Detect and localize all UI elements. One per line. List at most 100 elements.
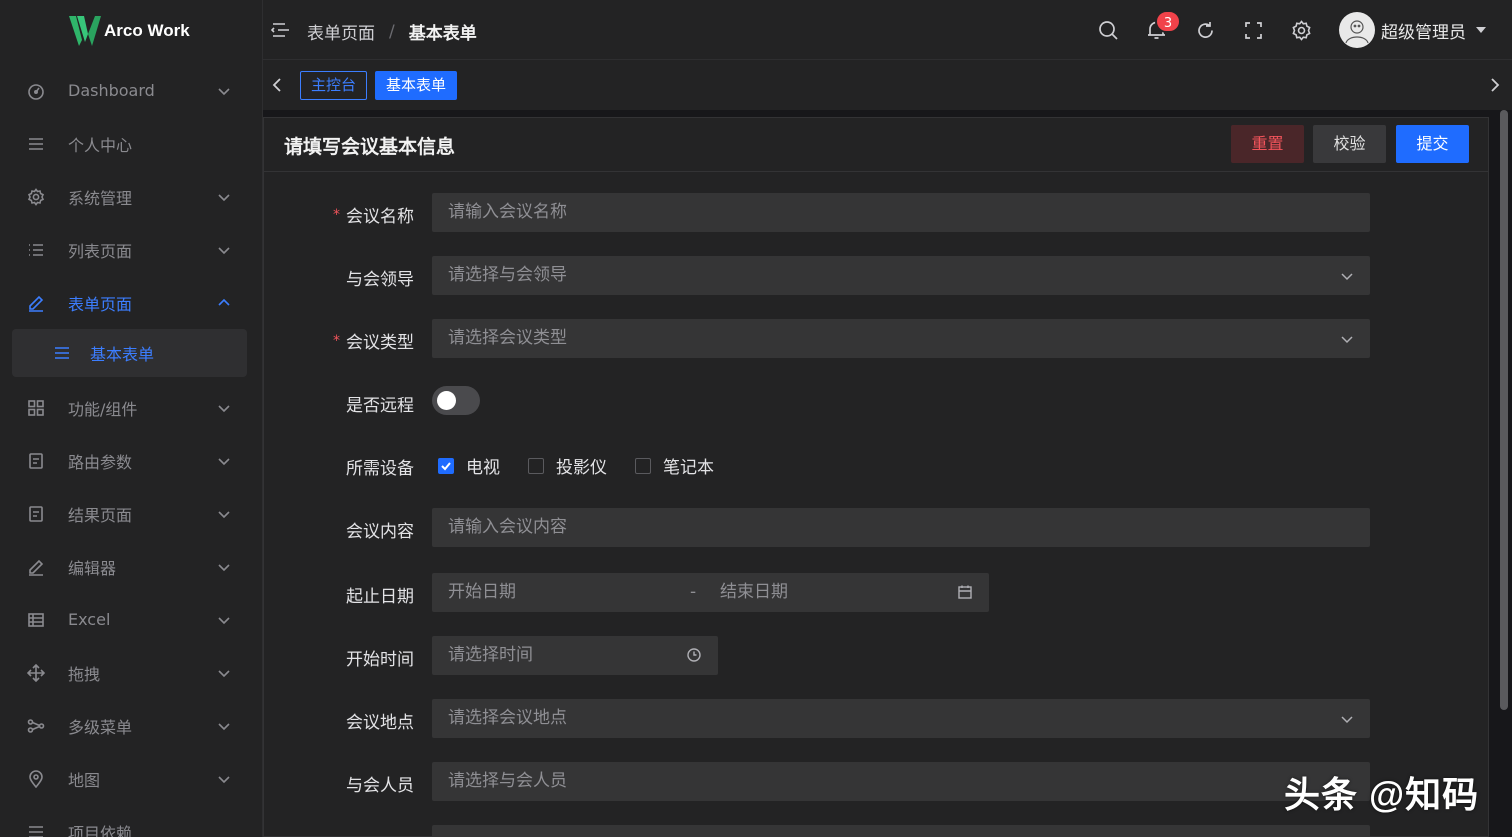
chevron-down-icon	[218, 670, 230, 678]
reset-button[interactable]: 重置	[1231, 125, 1304, 163]
form-label: 起止日期	[346, 587, 414, 607]
menu-fold-icon[interactable]	[271, 20, 291, 40]
clock-icon	[687, 648, 701, 662]
dashboard-icon	[26, 81, 46, 101]
validate-button[interactable]: 校验	[1313, 125, 1386, 163]
chevron-left-icon[interactable]	[269, 76, 287, 94]
sidebar-item-result-pages[interactable]: 结果页面	[0, 487, 263, 540]
checkbox-tv[interactable]: 电视	[438, 453, 500, 478]
form-label: 会议内容	[346, 522, 414, 542]
sidebar-item-dependencies[interactable]: 项目依赖	[0, 805, 263, 837]
sidebar-item-label: 地图	[68, 770, 101, 790]
form-label-text: 会议名称	[346, 207, 414, 227]
date-range-picker[interactable]: 开始日期 - 结束日期	[432, 573, 989, 612]
placeholder-text: 请选择与会人员	[448, 771, 567, 791]
form-row-start-time: 开始时间 请选择时间	[264, 636, 1490, 676]
next-input[interactable]	[432, 825, 1370, 837]
form-label: 会议地点	[346, 713, 414, 733]
breadcrumb-current: 基本表单	[408, 24, 477, 44]
leader-select[interactable]: 请选择与会领导	[432, 256, 1370, 295]
form-label: 与会领导	[346, 270, 414, 290]
sidebar-item-label: 编辑器	[68, 558, 117, 578]
sidebar-item-label: 系统管理	[68, 188, 133, 208]
caret-down-icon	[1476, 27, 1486, 33]
tab-basic-form[interactable]: 基本表单	[375, 71, 458, 100]
sidebar-item-label: 结果页面	[68, 505, 133, 525]
refresh-icon[interactable]	[1195, 20, 1216, 41]
start-time-picker[interactable]: 请选择时间	[432, 636, 718, 675]
start-date-placeholder[interactable]: 开始日期	[448, 582, 516, 602]
switch-knob	[437, 391, 456, 410]
form-label: 开始时间	[346, 650, 414, 670]
logo-text: Arco Work	[104, 21, 190, 40]
sidebar-item-label: Dashboard	[68, 81, 155, 100]
date-separator: -	[690, 582, 697, 602]
sidebar-item-label: 表单页面	[68, 294, 133, 314]
username: 超级管理员	[1381, 22, 1466, 43]
form-row-location: 会议地点 请选择会议地点	[264, 699, 1490, 739]
checkbox-label: 投影仪	[556, 458, 607, 478]
sidebar-item-system[interactable]: 系统管理	[0, 170, 263, 223]
end-date-placeholder[interactable]: 结束日期	[720, 573, 788, 612]
location-select[interactable]: 请选择会议地点	[432, 699, 1370, 738]
chevron-down-icon	[1341, 273, 1353, 281]
checkbox-label: 电视	[466, 458, 500, 478]
form-row-meeting-type: * 会议类型 请选择会议类型	[264, 319, 1490, 359]
form-row-partial	[264, 825, 1490, 837]
form-label: 所需设备	[346, 459, 414, 479]
breadcrumb-item[interactable]: 表单页面	[307, 19, 375, 44]
list-icon	[26, 822, 46, 837]
sidebar-item-route-params[interactable]: 路由参数	[0, 434, 263, 487]
settings-icon[interactable]	[1291, 20, 1312, 41]
avatar	[1339, 12, 1375, 48]
location-icon	[26, 769, 46, 789]
sidebar-item-dashboard[interactable]: Dashboard	[0, 64, 263, 117]
chevron-down-icon	[218, 458, 230, 466]
fullscreen-icon[interactable]	[1243, 20, 1264, 41]
search-icon[interactable]	[1098, 20, 1119, 41]
form-label: * 会议名称	[333, 202, 414, 227]
sidebar-item-list-pages[interactable]: 列表页面	[0, 223, 263, 276]
sidebar-item-components[interactable]: 功能/组件	[0, 381, 263, 434]
checkbox-box	[528, 457, 544, 474]
attendees-select[interactable]: 请选择与会人员	[432, 762, 1370, 801]
form-row-devices: 所需设备 电视 投影仪 笔记本	[264, 445, 1490, 485]
gear-icon	[26, 187, 46, 207]
sidebar-item-editor[interactable]: 编辑器	[0, 540, 263, 593]
card-header: 请填写会议基本信息 重置 校验 提交	[264, 118, 1488, 172]
chevron-down-icon	[218, 194, 230, 202]
sidebar-item-map[interactable]: 地图	[0, 752, 263, 805]
sidebar-item-label: 路由参数	[68, 452, 133, 472]
meeting-type-select[interactable]: 请选择会议类型	[432, 319, 1370, 358]
meeting-content-input[interactable]: 请输入会议内容	[432, 508, 1370, 547]
move-icon	[26, 663, 46, 683]
chevron-down-icon	[218, 776, 230, 784]
sidebar-item-form-pages[interactable]: 表单页面	[0, 276, 263, 329]
sidebar-item-multilevel[interactable]: 多级菜单	[0, 699, 263, 752]
app-window: Arco Work Dashboard 个人中心 系统管理 列表页面 表单页面 …	[0, 0, 1512, 837]
chevron-right-icon[interactable]	[1485, 76, 1503, 94]
form-card: 请填写会议基本信息 重置 校验 提交 * 会议名称 请输入会议名称 与会领导 请选…	[263, 117, 1489, 837]
sidebar-item-label: 项目依赖	[68, 823, 133, 837]
logo[interactable]: Arco Work	[68, 14, 190, 48]
user-menu[interactable]: 超级管理员	[1339, 12, 1488, 48]
checkbox-laptop[interactable]: 笔记本	[635, 453, 714, 478]
top-header: 表单页面 / 基本表单 3 超级管理员	[263, 0, 1512, 60]
submit-button[interactable]: 提交	[1396, 125, 1469, 163]
form-label-text: 会议类型	[346, 333, 414, 353]
sidebar-item-excel[interactable]: Excel	[0, 593, 263, 646]
chevron-down-icon	[1341, 336, 1353, 344]
sidebar-item-profile[interactable]: 个人中心	[0, 117, 263, 170]
remote-switch[interactable]	[432, 386, 480, 415]
sidebar-item-drag[interactable]: 拖拽	[0, 646, 263, 699]
form-row-remote: 是否远程	[264, 382, 1490, 422]
card-title: 请填写会议基本信息	[284, 136, 456, 158]
checkbox-projector[interactable]: 投影仪	[528, 453, 607, 478]
checkbox-label: 笔记本	[663, 458, 714, 478]
vertical-scrollbar[interactable]	[1500, 110, 1508, 710]
list-icon	[52, 343, 72, 363]
sidebar-subitem-basic-form[interactable]: 基本表单	[12, 329, 247, 377]
sidebar-item-label: 拖拽	[68, 664, 101, 684]
meeting-name-input[interactable]: 请输入会议名称	[432, 193, 1370, 232]
tab-dashboard[interactable]: 主控台	[300, 71, 368, 100]
